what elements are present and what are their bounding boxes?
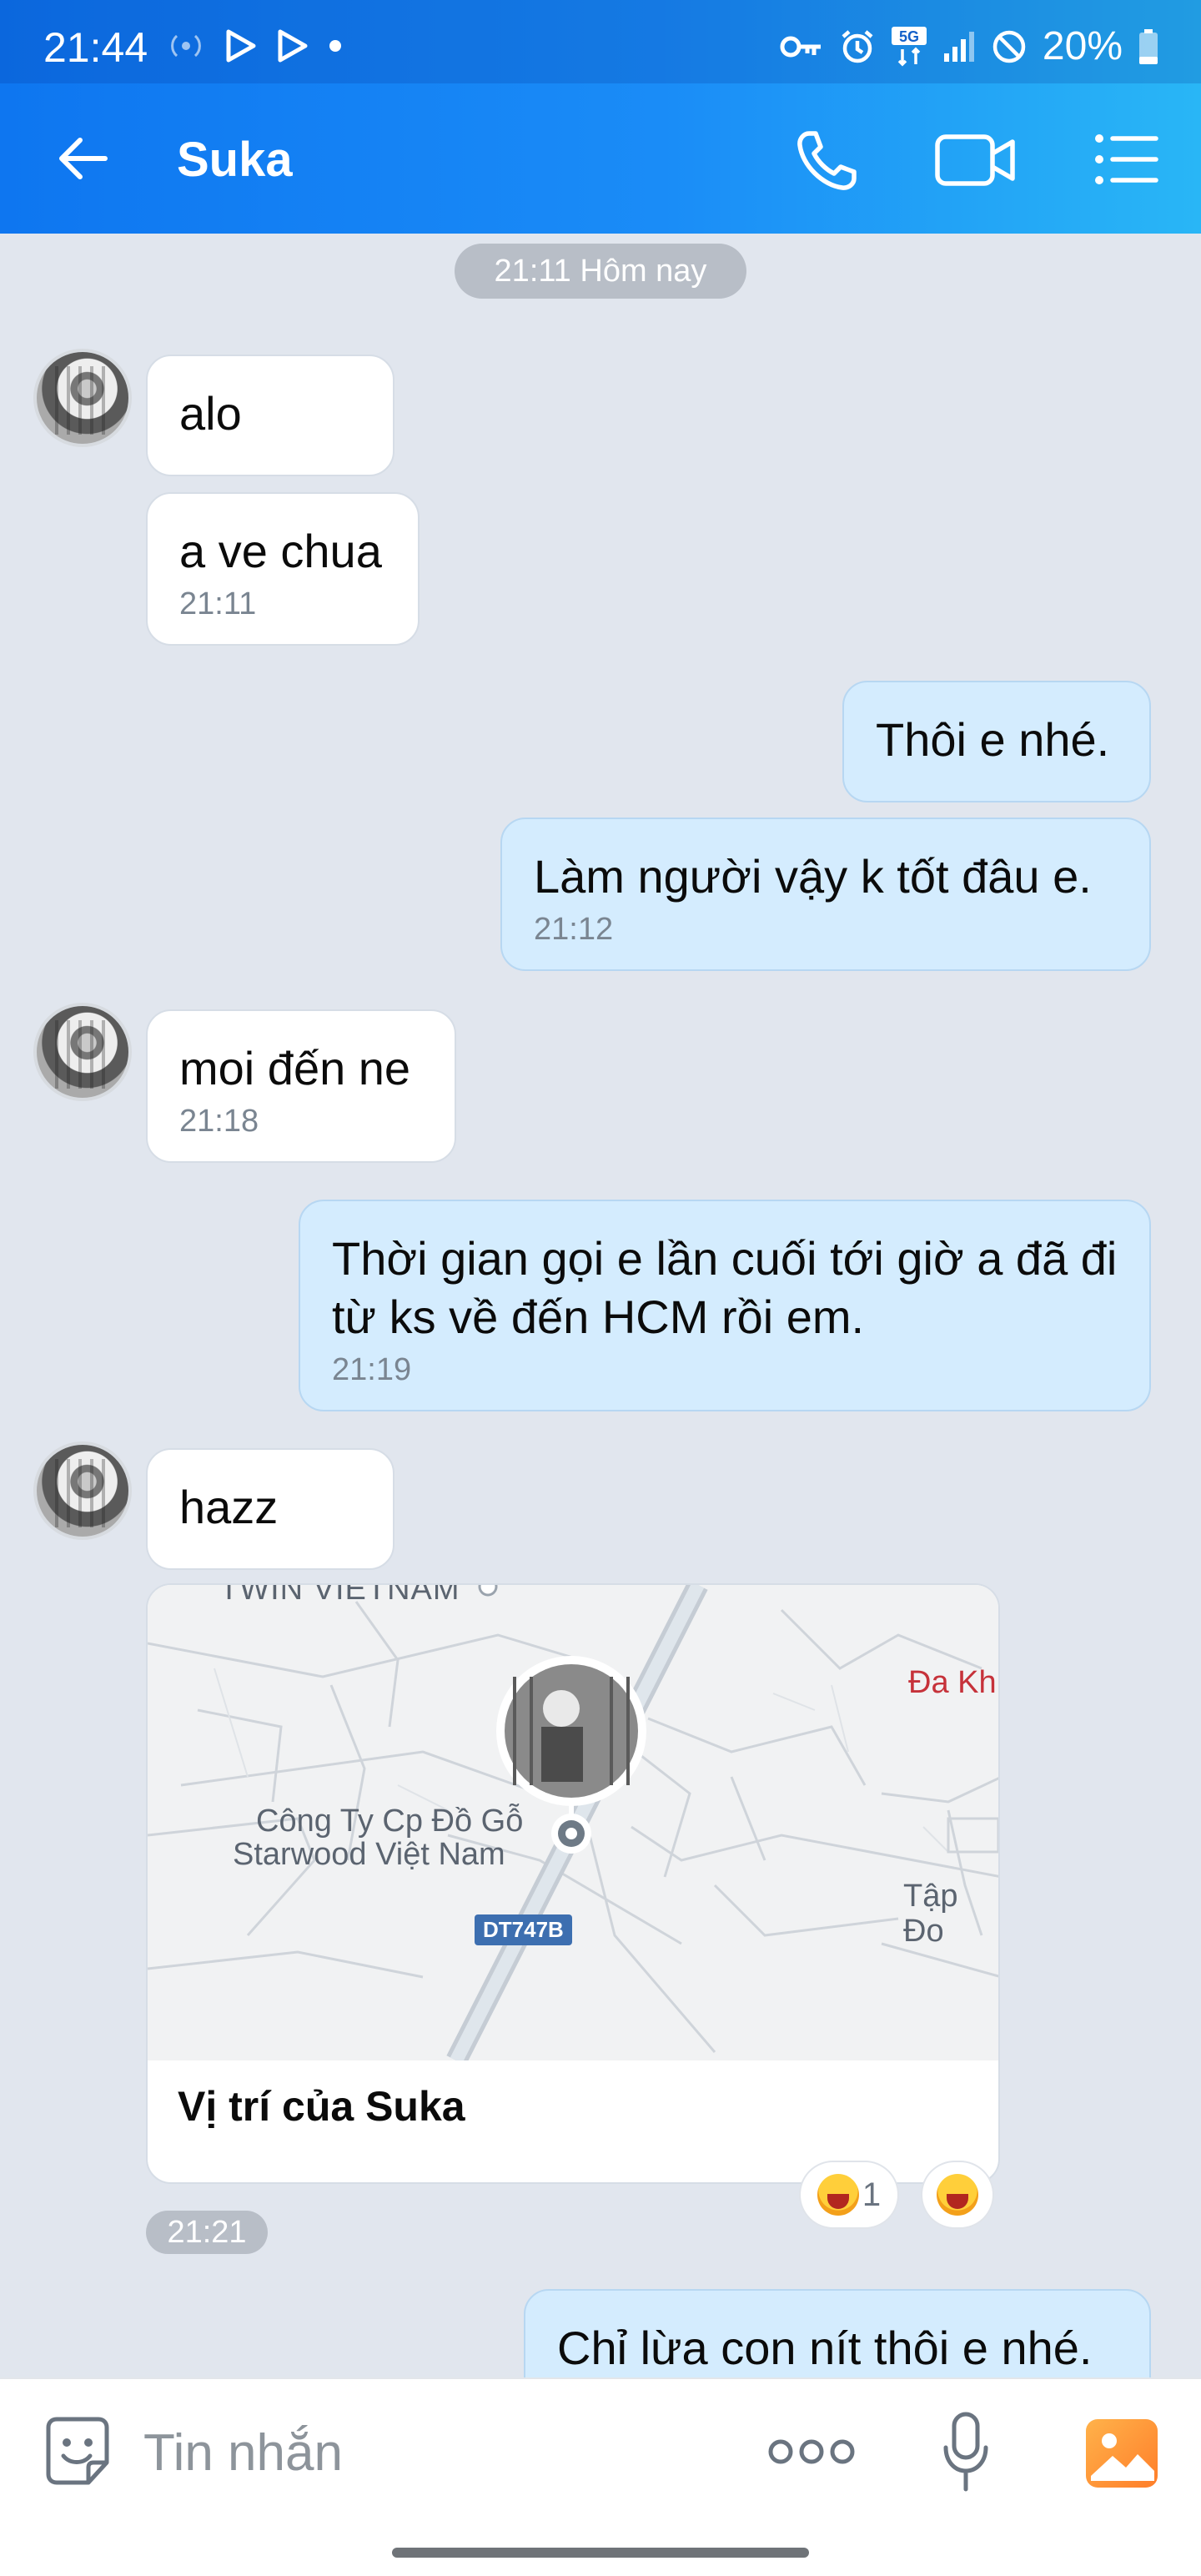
- map-label: Đa Kh: [908, 1665, 997, 1700]
- message-time: 21:21: [146, 2211, 268, 2254]
- avatar[interactable]: [33, 349, 132, 447]
- message-bubble-outgoing[interactable]: Chỉ lừa con nít thôi e nhé.: [524, 2289, 1151, 2377]
- battery-percent: 20%: [1042, 24, 1123, 68]
- message-text: moi đến ne: [179, 1042, 411, 1094]
- key-icon: [780, 36, 821, 57]
- message-time: 21:18: [179, 1104, 259, 1139]
- 5g-signal-icon: 5G: [891, 26, 927, 66]
- battery-icon: [1139, 28, 1158, 64]
- location-caption: Vị trí của Suka: [178, 2083, 465, 2130]
- radio-icon: [171, 34, 201, 58]
- message-text: Làm người vậy k tốt đâu e.: [534, 850, 1092, 903]
- conversation-title[interactable]: Suka: [177, 132, 293, 188]
- message-time: 21:19: [332, 1352, 412, 1387]
- message-text: Thời gian gọi e lần cuối tới giờ a đã đi…: [332, 1232, 1118, 1343]
- message-bubble-incoming[interactable]: alo: [146, 355, 394, 476]
- chat-area[interactable]: 21:11 Hôm nay alo a ve chua 21:11 Thôi e…: [0, 234, 1201, 2377]
- svg-text:5G: 5G: [899, 28, 919, 45]
- header: 21:44 5G 20% Suka: [0, 0, 1201, 234]
- sticker-icon[interactable]: [40, 2414, 115, 2489]
- location-map[interactable]: TWIN VIETNAM Đa Kh Công Ty Cp Đồ Gỗ Star…: [148, 1583, 998, 2065]
- back-arrow-icon[interactable]: [50, 125, 117, 192]
- reaction-badge[interactable]: 1: [799, 2161, 899, 2229]
- status-time: 21:44: [43, 24, 148, 71]
- signal-icon: [943, 31, 974, 62]
- message-text: Thôi e nhé.: [876, 713, 1110, 766]
- dot-icon: [329, 40, 341, 52]
- map-label: Công Ty Cp Đồ Gỗ: [256, 1804, 524, 1839]
- video-camera-icon[interactable]: [934, 127, 1018, 194]
- image-icon[interactable]: [1084, 2418, 1159, 2489]
- message-text: a ve chua: [179, 525, 382, 577]
- message-text: Chỉ lừa con nít thôi e nhé.: [557, 2322, 1093, 2374]
- map-label: TWIN VIETNAM: [219, 1583, 460, 1607]
- message-time: 21:12: [534, 912, 614, 947]
- menu-list-icon[interactable]: [1093, 130, 1159, 189]
- play-store-icon: [226, 29, 256, 63]
- home-indicator[interactable]: [392, 2548, 809, 2558]
- avatar[interactable]: [33, 1441, 132, 1540]
- message-input-bar: [0, 2377, 1201, 2576]
- phone-icon[interactable]: [792, 125, 862, 195]
- location-card[interactable]: TWIN VIETNAM Đa Kh Công Ty Cp Đồ Gỗ Star…: [146, 1583, 1000, 2184]
- message-time: 21:11: [179, 586, 257, 621]
- message-input[interactable]: [143, 2419, 727, 2486]
- app-bar: Suka: [0, 83, 1201, 234]
- message-bubble-outgoing[interactable]: Thôi e nhé.: [842, 681, 1151, 802]
- message-bubble-incoming[interactable]: moi đến ne 21:18: [146, 1009, 456, 1163]
- message-bubble-outgoing[interactable]: Làm người vậy k tốt đâu e. 21:12: [500, 818, 1151, 971]
- road-label: DT747B: [475, 1914, 572, 1945]
- map-label: Starwood Việt Nam: [233, 1837, 505, 1872]
- microphone-icon[interactable]: [941, 2411, 991, 2494]
- map-label: Tập Đo: [903, 1879, 958, 1949]
- more-icon[interactable]: [766, 2431, 857, 2473]
- message-text: alo: [179, 387, 242, 440]
- play-store-icon: [278, 29, 308, 63]
- laughing-face-icon: [937, 2174, 978, 2216]
- date-divider: 21:11 Hôm nay: [455, 244, 746, 299]
- message-bubble-outgoing[interactable]: Thời gian gọi e lần cuối tới giờ a đã đi…: [299, 1200, 1151, 1411]
- laughing-face-icon: [817, 2174, 859, 2216]
- add-reaction-button[interactable]: [921, 2161, 994, 2229]
- message-text: hazz: [179, 1481, 279, 1533]
- status-bar: 21:44 5G 20%: [0, 0, 1201, 83]
- do-not-disturb-icon: [992, 30, 1026, 63]
- reaction-count: 1: [862, 2176, 882, 2213]
- message-bubble-incoming[interactable]: hazz: [146, 1448, 394, 1570]
- avatar[interactable]: [33, 1003, 132, 1101]
- alarm-icon: [842, 29, 873, 63]
- message-bubble-incoming[interactable]: a ve chua 21:11: [146, 492, 420, 646]
